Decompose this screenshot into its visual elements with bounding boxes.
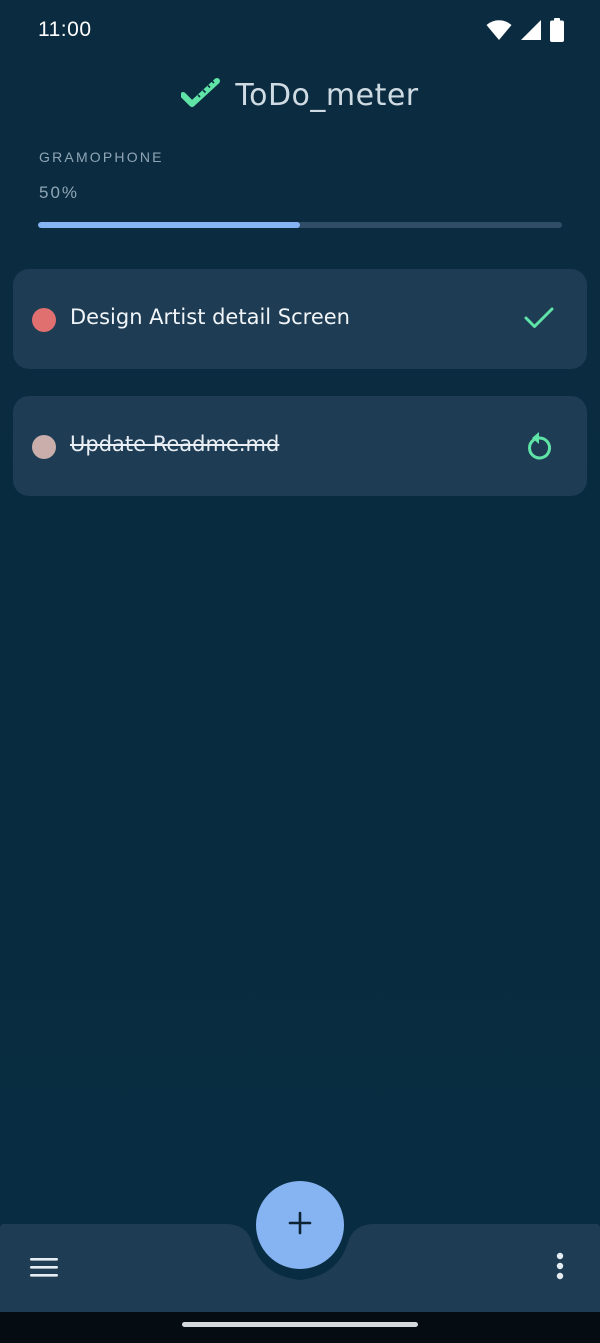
- app-title: ToDo_meter: [235, 77, 419, 113]
- app-root: 11:00 ToDo_meter GRAMOPHONE 50% Design A…: [0, 0, 600, 1343]
- more-vertical-icon: [556, 1252, 564, 1285]
- battery-icon: [550, 18, 564, 47]
- progress-bar-fill: [38, 222, 300, 228]
- hamburger-menu-icon: [29, 1256, 59, 1283]
- more-options-button[interactable]: [542, 1250, 578, 1286]
- status-time: 11:00: [38, 18, 92, 41]
- project-name: GRAMOPHONE: [39, 149, 164, 165]
- task-title-completed: Update Readme.md: [70, 432, 280, 456]
- check-icon: [524, 306, 554, 335]
- status-bar: 11:00: [0, 0, 600, 60]
- status-icons: [486, 18, 564, 47]
- app-header: ToDo_meter: [0, 70, 600, 120]
- ruler-check-icon: [180, 77, 221, 114]
- progress-bar: [38, 222, 562, 228]
- task-color-dot: [32, 308, 56, 332]
- gesture-handle[interactable]: [182, 1322, 418, 1327]
- undo-icon: [524, 429, 554, 466]
- menu-button[interactable]: [24, 1252, 64, 1286]
- task-color-dot: [32, 435, 56, 459]
- undo-task-button[interactable]: [521, 429, 557, 465]
- system-navigation-bar: [0, 1312, 600, 1343]
- task-card[interactable]: Update Readme.md: [13, 396, 587, 496]
- task-card[interactable]: Design Artist detail Screen: [13, 269, 587, 369]
- add-icon: [288, 1211, 312, 1240]
- add-task-fab[interactable]: [256, 1181, 344, 1269]
- progress-percentage: 50%: [39, 183, 80, 202]
- task-title: Design Artist detail Screen: [70, 305, 350, 329]
- complete-task-button[interactable]: [521, 302, 557, 338]
- signal-icon: [520, 19, 542, 46]
- wifi-icon: [486, 19, 512, 46]
